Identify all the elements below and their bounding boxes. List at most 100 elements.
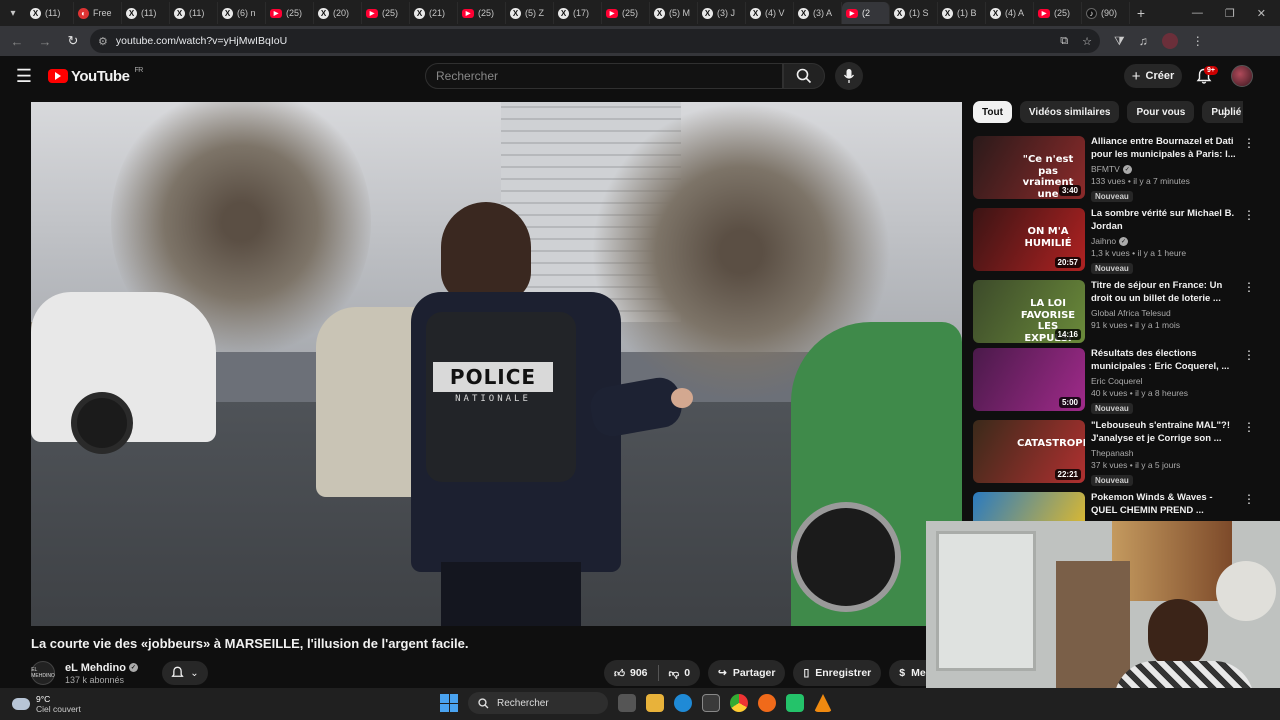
browser-tab[interactable]: X (6) n [218,2,266,24]
forward-icon[interactable]: → [34,30,56,52]
weather-widget[interactable]: 9°C Ciel couvert [0,694,200,714]
more-options-icon[interactable]: ⋮ [1243,280,1255,346]
windows-start-icon[interactable] [440,694,458,712]
bookmark-star-icon[interactable]: ☆ [1082,35,1092,48]
recommendation-channel[interactable]: Thepanash [1091,448,1134,458]
recommendation-title[interactable]: Titre de séjour en France: Un droit ou u… [1091,280,1241,306]
browser-tab[interactable]: X (4) A [986,2,1034,24]
video-thumbnail[interactable]: "Ce n'est pas vraiment une surprise"3:40 [973,136,1085,199]
site-info-icon[interactable]: ⚙ [98,35,108,48]
recommendation-title[interactable]: Alliance entre Bournazel et Dati pour le… [1091,136,1241,162]
dislike-button[interactable]: 👎︎ 0 [659,667,701,680]
share-button[interactable]: ↪ Partager [708,660,786,686]
browser-tab[interactable]: X (21) [410,2,458,24]
new-tab-button[interactable]: + [1130,5,1152,21]
recommendation-item[interactable]: CATASTROPHIQUE 22:21 "Lebouseuh s'entraîne… [973,420,1255,486]
recommendation-item[interactable]: ON M'A HUMILIÉ 20:57 La sombre vérité sur … [973,208,1255,274]
recommendation-title[interactable]: Résultats des élections municipales : Er… [1091,348,1241,374]
more-options-icon[interactable]: ⋮ [1243,420,1255,486]
recommendation-title[interactable]: Pokemon Winds & Waves - QUEL CHEMIN PREN… [1091,492,1241,518]
file-explorer-icon[interactable] [646,694,664,712]
channel-name-row[interactable]: eL Mehdino ✓ [65,662,138,674]
recommendation-channel[interactable]: Eric Coquerel [1091,376,1143,386]
recommendation-channel[interactable]: Global Africa Telesud [1091,308,1171,318]
recommendation-item[interactable]: 5:00 Résultats des élections municipales … [973,348,1255,414]
video-player[interactable]: POLICE NATIONALE [31,102,962,626]
address-bar[interactable]: ⚙ youtube.com/watch?v=yHjMwIBqIoU ⧉ ☆ [90,29,1100,53]
browser-tab[interactable]: X (3) J [698,2,746,24]
chrome-icon[interactable] [730,694,748,712]
browser-tab[interactable]: X (11) [170,2,218,24]
tab-label: (25) [622,8,639,18]
video-thumbnail[interactable]: LA LOI FAVORISE LES EXPULSI 14:16 [973,280,1085,343]
recommendation-stats: 40 k vues • il y a 8 heures [1091,388,1188,398]
chevron-right-icon[interactable]: › [1216,106,1234,124]
browser-tab[interactable]: ▶ (25) [362,2,410,24]
subscription-bell-button[interactable]: ⌄ [161,661,208,685]
recommendation-channel[interactable]: Jaihno [1091,236,1116,246]
browser-tab[interactable]: ▶ (25) [602,2,650,24]
tab-search-chevron-icon[interactable]: ▾ [0,0,26,26]
store-icon[interactable] [702,694,720,712]
tab-label: (5) M [669,8,690,18]
voice-search-button[interactable] [835,62,863,90]
video-thumbnail[interactable]: CATASTROPHIQUE 22:21 [973,420,1085,483]
webcam-poster [1112,521,1232,601]
back-icon[interactable]: ← [6,30,28,52]
chip-0[interactable]: Tout [973,101,1012,123]
more-options-icon[interactable]: ⋮ [1243,208,1255,274]
channel-avatar[interactable]: EL MEHDINO [31,661,55,685]
chip-1[interactable]: Vidéos similaires [1019,101,1120,123]
minimize-icon[interactable]: — [1192,7,1203,20]
browser-tab[interactable]: X (5) M [650,2,698,24]
browser-tab[interactable]: ◐ Free [74,2,122,24]
recommendation-title[interactable]: La sombre vérité sur Michael B. Jordan [1091,208,1241,234]
recommendation-item[interactable]: "Ce n'est pas vraiment une surprise"3:40… [973,136,1255,202]
browser-tab[interactable]: ▶ (25) [458,2,506,24]
create-button[interactable]: + Créer [1124,64,1182,88]
game-app-icon[interactable] [786,694,804,712]
maximize-icon[interactable]: ❐ [1225,7,1235,20]
more-options-icon[interactable]: ⋮ [1243,348,1255,414]
vlc-icon[interactable] [814,694,832,712]
browser-menu-icon[interactable]: ⋮ [1192,34,1204,48]
video-thumbnail[interactable]: ON M'A HUMILIÉ 20:57 [973,208,1085,271]
save-button[interactable]: ▯ Enregistrer [793,660,882,686]
youtube-logo[interactable]: YouTube FR [48,67,143,85]
more-options-icon[interactable]: ⋮ [1243,136,1255,202]
browser-tab[interactable]: X (11) [122,2,170,24]
browser-tab[interactable]: X (1) B [938,2,986,24]
video-thumbnail[interactable]: 5:00 [973,348,1085,411]
browser-tab[interactable]: X (11) [26,2,74,24]
browser-tab[interactable]: ♪ (90) [1082,2,1130,24]
user-avatar[interactable] [1231,65,1253,87]
edge-icon[interactable] [674,694,692,712]
install-app-icon[interactable]: ⧉ [1060,35,1068,48]
close-window-icon[interactable]: ✕ [1257,7,1266,20]
firefox-icon[interactable] [758,694,776,712]
task-view-icon[interactable] [618,694,636,712]
search-input[interactable]: Rechercher [425,63,783,89]
browser-tab[interactable]: X (4) V [746,2,794,24]
chip-2[interactable]: Pour vous [1127,101,1195,123]
browser-tab[interactable]: ▶ (25) [1034,2,1082,24]
menu-icon[interactable]: ☰ [0,66,48,87]
browser-tab[interactable]: X (1) S [890,2,938,24]
search-button[interactable] [783,63,825,89]
profile-avatar[interactable] [1161,33,1178,49]
reload-icon[interactable]: ↻ [62,30,84,52]
browser-tab[interactable]: ▶ (2 [842,2,890,24]
recommendation-channel[interactable]: BFMTV [1091,164,1120,174]
taskbar-search[interactable]: Rechercher [468,692,608,714]
browser-tab[interactable]: ▶ (25) [266,2,314,24]
extensions-icon[interactable]: ⧩ [1114,34,1125,49]
recommendation-meta: "Lebouseuh s'entraîne MAL"?! J'analyse e… [1091,420,1241,486]
media-controls-icon[interactable]: ♫ [1139,34,1148,48]
recommendation-title[interactable]: "Lebouseuh s'entraîne MAL"?! J'analyse e… [1091,420,1241,446]
browser-tab[interactable]: X (5) Z [506,2,554,24]
browser-tab[interactable]: X (20) [314,2,362,24]
like-button[interactable]: 👍︎ 906 [604,667,658,680]
recommendation-item[interactable]: LA LOI FAVORISE LES EXPULSI 14:16 Titre de… [973,280,1255,346]
browser-tab[interactable]: X (3) A [794,2,842,24]
browser-tab[interactable]: X (17) [554,2,602,24]
